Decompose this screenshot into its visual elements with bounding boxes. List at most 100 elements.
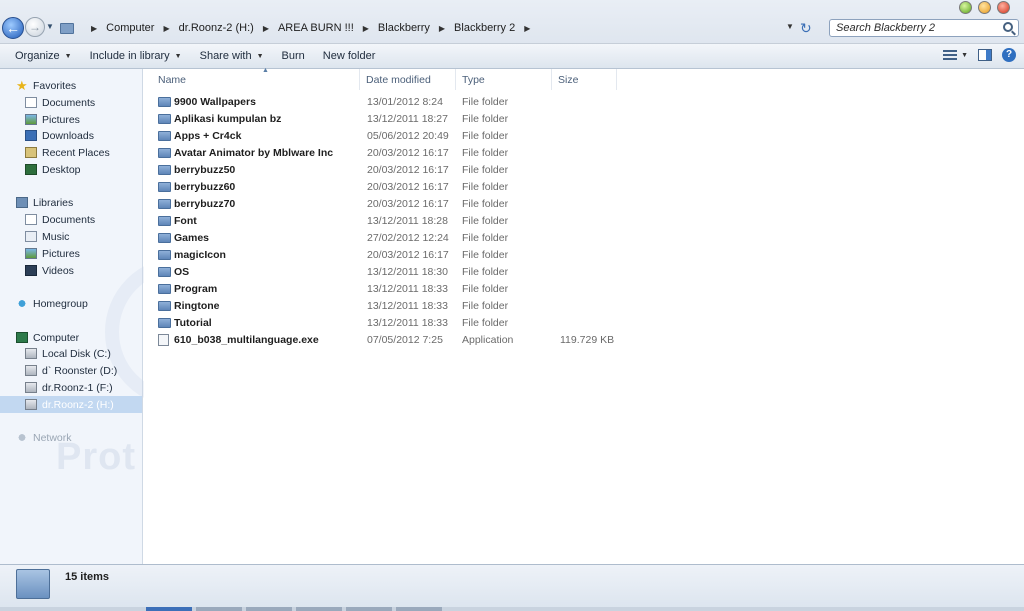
file-row[interactable]: Program 13/12/2011 18:33 File folder	[158, 281, 778, 298]
nav-libraries-music[interactable]: Music	[0, 228, 142, 245]
file-row[interactable]: OS 13/12/2011 18:30 File folder	[158, 264, 778, 281]
back-button[interactable]: ←	[2, 17, 24, 39]
breadcrumb-item[interactable]: ▶ Computer	[82, 22, 154, 34]
file-date: 13/12/2011 18:30	[367, 266, 448, 278]
file-row[interactable]: berrybuzz50 20/03/2012 16:17 File folder	[158, 162, 778, 179]
file-row[interactable]: 9900 Wallpapers 13/01/2012 8:24 File folde…	[158, 94, 778, 111]
nav-libraries-videos[interactable]: Videos	[0, 262, 142, 279]
column-header-size[interactable]: Size	[552, 69, 617, 90]
file-row[interactable]: 610_b038_multilanguage.exe 07/05/2012 7:2…	[158, 332, 778, 349]
chevron-right-icon[interactable]: ▶	[439, 24, 445, 33]
column-header-date[interactable]: Date modified	[360, 69, 456, 90]
nav-favorites-downloads[interactable]: Downloads	[0, 127, 142, 144]
close-button[interactable]	[997, 1, 1010, 14]
file-name: 610_b038_multilanguage.exe	[174, 334, 319, 346]
recent-pages-dropdown[interactable]: ▼	[46, 22, 54, 31]
breadcrumb-item[interactable]: ▶	[515, 24, 539, 33]
nav-libraries-pictures[interactable]: Pictures	[0, 245, 142, 262]
folder-icon	[158, 182, 171, 192]
minimize-button[interactable]	[959, 1, 972, 14]
chevron-right-icon[interactable]: ▶	[363, 24, 369, 33]
breadcrumb-item[interactable]: ▶ Blackberry	[354, 22, 430, 34]
folder-icon	[158, 284, 171, 294]
folder-icon	[158, 233, 171, 243]
preview-pane-icon[interactable]	[978, 49, 992, 61]
taskbar-button[interactable]	[146, 607, 192, 611]
file-row[interactable]: magicIcon 20/03/2012 16:17 File folder	[158, 247, 778, 264]
taskbar-button[interactable]	[346, 607, 392, 611]
file-row[interactable]: berrybuzz60 20/03/2012 16:17 File folder	[158, 179, 778, 196]
column-header-type[interactable]: Type	[456, 69, 552, 90]
search-icon[interactable]	[1003, 22, 1013, 32]
nav-drive-d[interactable]: d` Roonster (D:)	[0, 362, 142, 379]
file-name: magicIcon	[174, 249, 226, 261]
help-icon[interactable]: ?	[1002, 48, 1016, 62]
file-row[interactable]: Aplikasi kumpulan bz 13/12/2011 18:27 File…	[158, 111, 778, 128]
breadcrumb-label[interactable]: dr.Roonz-2 (H:)	[179, 22, 254, 34]
nav-favorites[interactable]: ★ Favorites	[0, 77, 142, 94]
nav-drive-f[interactable]: dr.Roonz-1 (F:)	[0, 379, 142, 396]
forward-button[interactable]: →	[25, 17, 45, 37]
hard-drive-icon	[25, 382, 37, 393]
nav-label: dr.Roonz-1 (F:)	[42, 381, 113, 394]
folder-icon	[60, 22, 74, 34]
file-row[interactable]: Avatar Animator by Mblware Inc 20/03/2012…	[158, 145, 778, 162]
taskbar-button[interactable]	[196, 607, 242, 611]
nav-favorites-recent-places[interactable]: Recent Places	[0, 144, 142, 161]
nav-libraries-documents[interactable]: Documents	[0, 211, 142, 228]
taskbar-button[interactable]	[246, 607, 292, 611]
refresh-icon[interactable]: ↻	[800, 20, 812, 37]
chevron-right-icon[interactable]: ▶	[524, 24, 530, 33]
file-row[interactable]: Tutorial 13/12/2011 18:33 File folder	[158, 315, 778, 332]
nav-drive-c[interactable]: Local Disk (C:)	[0, 345, 142, 362]
file-row[interactable]: Games 27/02/2012 12:24 File folder	[158, 230, 778, 247]
chevron-right-icon[interactable]: ▶	[263, 24, 269, 33]
include-in-library-button[interactable]: Include in library ▼	[83, 45, 189, 67]
nav-favorites-pictures[interactable]: Pictures	[0, 111, 142, 128]
taskbar-button[interactable]	[296, 607, 342, 611]
address-bar[interactable]: ▶ Computer ▶ dr.Roonz-2 (H:) ▶ AREA BURN !!…	[60, 17, 800, 39]
breadcrumb-label[interactable]: Computer	[106, 22, 154, 34]
nav-computer[interactable]: Computer	[0, 329, 142, 346]
burn-button[interactable]: Burn	[275, 45, 312, 67]
breadcrumb-item[interactable]: ▶ AREA BURN !!!	[254, 22, 354, 34]
file-row[interactable]: berrybuzz70 20/03/2012 16:17 File folder	[158, 196, 778, 213]
address-history-dropdown[interactable]: ▼	[786, 22, 794, 31]
file-type: File folder	[462, 283, 509, 295]
item-count: 15 items	[65, 571, 110, 583]
nav-homegroup[interactable]: Homegroup	[0, 295, 142, 312]
chevron-right-icon[interactable]: ▶	[163, 24, 169, 33]
nav-drive-h[interactable]: dr.Roonz-2 (H:)	[0, 396, 142, 413]
maximize-button[interactable]	[978, 1, 991, 14]
breadcrumb-label[interactable]: AREA BURN !!!	[278, 22, 354, 34]
nav-libraries[interactable]: Libraries	[0, 194, 142, 211]
change-view-icon[interactable]	[943, 49, 958, 61]
search-input[interactable]	[836, 22, 996, 34]
chevron-down-icon[interactable]: ▼	[961, 52, 968, 59]
nav-favorites-documents[interactable]: Documents	[0, 94, 142, 111]
breadcrumb-label[interactable]: Blackberry 2	[454, 22, 515, 34]
file-row[interactable]: Apps + Cr4ck 05/06/2012 20:49 File folder	[158, 128, 778, 145]
file-type: File folder	[462, 249, 509, 261]
file-name: berrybuzz70	[174, 198, 236, 210]
file-type: File folder	[462, 164, 509, 176]
folder-icon	[158, 148, 171, 158]
column-header-name[interactable]: ▲ Name	[152, 67, 360, 90]
nav-favorites-desktop[interactable]: Desktop	[0, 161, 142, 178]
breadcrumb-label[interactable]: Blackberry	[378, 22, 430, 34]
share-with-button[interactable]: Share with ▼	[193, 45, 271, 67]
chevron-right-icon[interactable]: ▶	[91, 24, 97, 33]
file-row[interactable]: Font 13/12/2011 18:28 File folder	[158, 213, 778, 230]
taskbar-button[interactable]	[396, 607, 442, 611]
folder-icon	[16, 569, 50, 599]
new-folder-button[interactable]: New folder	[316, 45, 383, 67]
arrow-left-icon: ←	[6, 20, 20, 36]
folder-icon	[158, 267, 171, 277]
nav-label: Libraries	[33, 196, 74, 209]
breadcrumb-item[interactable]: ▶ dr.Roonz-2 (H:)	[154, 22, 253, 34]
nav-label: Recent Places	[42, 146, 110, 159]
search-box[interactable]	[829, 19, 1019, 37]
breadcrumb-item[interactable]: ▶ Blackberry 2	[430, 22, 515, 34]
file-row[interactable]: Ringtone 13/12/2011 18:33 File folder	[158, 298, 778, 315]
organize-button[interactable]: Organize ▼	[8, 45, 79, 67]
